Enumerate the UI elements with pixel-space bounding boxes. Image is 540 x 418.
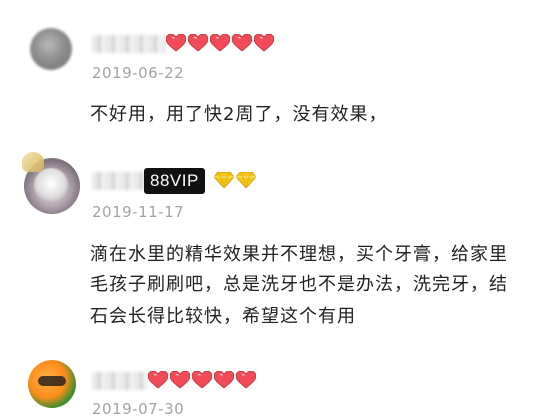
heart-icon: [166, 34, 186, 52]
avatar[interactable]: [30, 28, 72, 70]
username-blurred[interactable]: [92, 35, 166, 53]
review-text-line-1: 滴在水里的精华效果并不理想，买个牙膏，给家里: [90, 244, 508, 265]
sunglasses-icon: [38, 376, 66, 386]
heart-icon: [192, 371, 212, 389]
level-diamonds: [213, 171, 257, 192]
avatar-face: [34, 168, 68, 202]
heart-icon: [232, 34, 252, 52]
review-text: 不好用，用了快2周了，没有效果，: [90, 104, 388, 125]
review-date: 2019-06-22: [92, 64, 185, 82]
review-date: 2019-07-30: [92, 400, 185, 418]
heart-icon: [210, 34, 230, 52]
level-hearts: [148, 369, 256, 391]
diamond-icon: [235, 171, 257, 192]
vip-badge: 88VIP: [144, 168, 205, 194]
diamond-icon: [213, 171, 235, 192]
heart-icon: [254, 34, 274, 52]
level-hearts: [166, 32, 274, 54]
review-text-line-2: 毛孩子刷刷吧，总是洗牙也不是办法，洗完牙，结: [90, 274, 508, 295]
username-blurred[interactable]: [92, 372, 148, 390]
username-blurred[interactable]: [92, 172, 144, 190]
crown-icon: [22, 152, 44, 172]
avatar[interactable]: [28, 360, 76, 408]
heart-icon: [214, 371, 234, 389]
heart-icon: [170, 371, 190, 389]
heart-icon: [236, 371, 256, 389]
review-text-line-3: 石会长得比较快，希望这个有用: [90, 306, 356, 327]
heart-icon: [148, 371, 168, 389]
heart-icon: [188, 34, 208, 52]
review-date: 2019-11-17: [92, 203, 185, 221]
